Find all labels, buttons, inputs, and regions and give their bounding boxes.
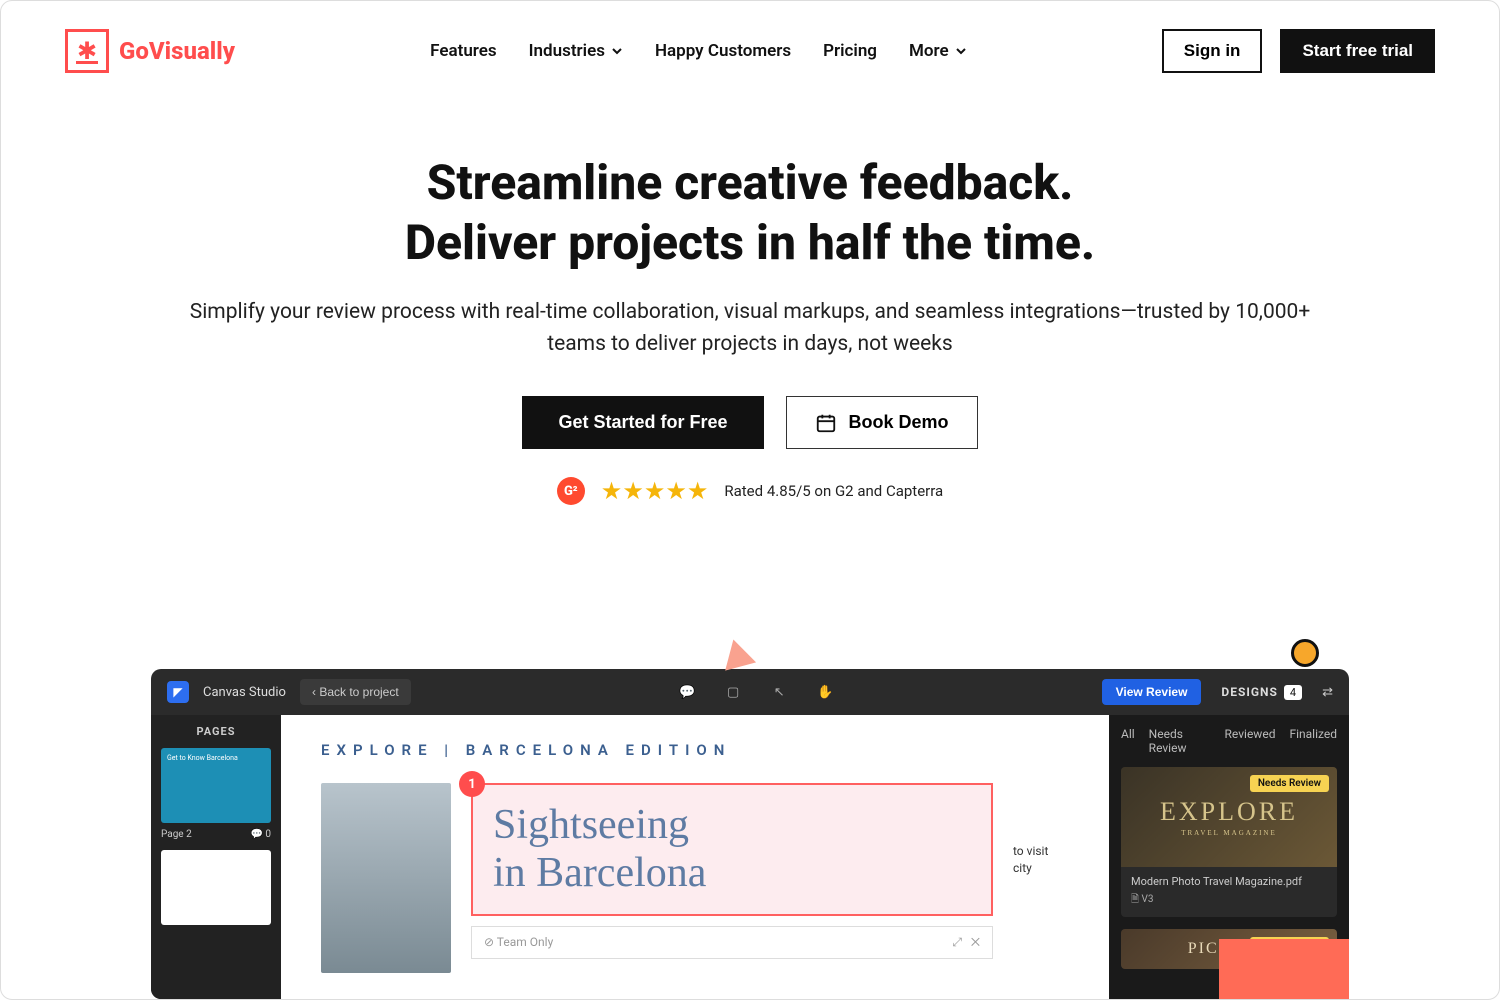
status-badge: Needs Review [1250, 775, 1329, 792]
pages-title: PAGES [161, 725, 271, 738]
hand-tool-icon[interactable]: ✋ [816, 683, 834, 701]
share-icon[interactable]: ⇄ [1322, 685, 1333, 700]
nav-happy-customers[interactable]: Happy Customers [655, 41, 791, 61]
app-toolbar: ◤ Canvas Studio ‹ Back to project 💬 ▢ ↖ … [151, 669, 1349, 715]
annotation-number-badge: 1 [459, 771, 485, 797]
designs-count-label: DESIGNS4 [1221, 685, 1302, 700]
cta-row: Get Started for Free Book Demo [161, 396, 1339, 449]
side-text: to visit city [1013, 783, 1069, 973]
decoration-block [1219, 939, 1349, 999]
cursor-icon [718, 635, 756, 670]
filter-all[interactable]: All [1121, 727, 1135, 755]
book-demo-label: Book Demo [849, 412, 949, 433]
book-demo-button[interactable]: Book Demo [786, 396, 978, 449]
brand-name: GoVisually [119, 37, 235, 65]
pointer-tool-icon[interactable]: ↖ [770, 683, 788, 701]
nav-features[interactable]: Features [430, 41, 497, 61]
nav-industries-label: Industries [529, 41, 605, 61]
page-thumbnail-1[interactable]: Get to Know Barcelona [161, 748, 271, 823]
header: ✱ GoVisually Features Industries Happy C… [1, 1, 1499, 73]
asterisk-icon: ✱ [65, 29, 109, 73]
filter-finalized[interactable]: Finalized [1289, 727, 1337, 755]
city-photo [321, 783, 451, 973]
back-to-project-button[interactable]: ‹ Back to project [300, 679, 411, 705]
filter-reviewed[interactable]: Reviewed [1225, 727, 1276, 755]
comment-input[interactable]: ⊘ Team Only ⤢ ✕ [471, 926, 993, 959]
nav-more-label: More [909, 41, 949, 61]
filter-row: All Needs Review Reviewed Finalized [1121, 727, 1337, 755]
nav-more[interactable]: More [909, 41, 967, 61]
g2-badge-icon: G² [557, 477, 585, 505]
page-number: Page 2 [161, 829, 192, 840]
comment-tool-icon[interactable]: 💬 [678, 683, 696, 701]
rating-row: G² ★★★★★ Rated 4.85/5 on G2 and Capterra [161, 477, 1339, 505]
workspace-name: Canvas Studio [203, 685, 286, 700]
comment-count: 💬 0 [250, 829, 271, 840]
main-nav: Features Industries Happy Customers Pric… [430, 41, 966, 61]
header-actions: Sign in Start free trial [1162, 29, 1435, 73]
team-only-label: ⊘ Team Only [484, 935, 553, 949]
rectangle-tool-icon[interactable]: ▢ [724, 683, 742, 701]
decoration-dot [1291, 639, 1319, 667]
hero-title: Streamline creative feedback. Deliver pr… [161, 153, 1339, 273]
design-version: 🗎 V3 [1121, 892, 1337, 917]
start-trial-button[interactable]: Start free trial [1280, 29, 1435, 73]
design-card-1[interactable]: Needs Review EXPLORE TRAVEL MAGAZINE Mod… [1121, 767, 1337, 917]
hero: Streamline creative feedback. Deliver pr… [1, 73, 1499, 525]
annotation-box[interactable]: 1 Sightseeingin Barcelona [471, 783, 993, 916]
nav-industries[interactable]: Industries [529, 41, 623, 61]
app-mock: ◤ Canvas Studio ‹ Back to project 💬 ▢ ↖ … [151, 669, 1349, 999]
eyebrow-text: EXPLORE | BARCELONA EDITION [321, 741, 1069, 759]
nav-pricing[interactable]: Pricing [823, 41, 877, 61]
chevron-down-icon [611, 45, 623, 57]
tool-row: 💬 ▢ ↖ ✋ [678, 683, 834, 701]
hero-title-line1: Streamline creative feedback. [427, 154, 1074, 211]
get-started-button[interactable]: Get Started for Free [522, 396, 763, 449]
calendar-icon [815, 412, 837, 434]
design-filename: Modern Photo Travel Magazine.pdf [1121, 867, 1337, 892]
page-thumbnail-2[interactable] [161, 850, 271, 925]
page-meta: Page 2 💬 0 [161, 829, 271, 840]
stars-icon: ★★★★★ [601, 477, 709, 505]
canvas-area[interactable]: EXPLORE | BARCELONA EDITION 1 Sightseein… [281, 715, 1109, 999]
brand-logo[interactable]: ✱ GoVisually [65, 29, 235, 73]
filter-needs-review[interactable]: Needs Review [1149, 727, 1211, 755]
canvas-headline: Sightseeingin Barcelona [493, 801, 971, 898]
rating-text: Rated 4.85/5 on G2 and Capterra [724, 482, 943, 500]
app-logo-icon: ◤ [167, 681, 189, 703]
view-review-button[interactable]: View Review [1102, 679, 1202, 705]
hero-subtitle: Simplify your review process with real-t… [161, 297, 1339, 360]
chevron-down-icon [955, 45, 967, 57]
comment-actions: ⤢ ✕ [952, 935, 980, 950]
pages-panel: PAGES Get to Know Barcelona Page 2 💬 0 [151, 715, 281, 999]
hero-title-line2: Deliver projects in half the time. [405, 214, 1095, 271]
sign-in-button[interactable]: Sign in [1162, 29, 1263, 73]
